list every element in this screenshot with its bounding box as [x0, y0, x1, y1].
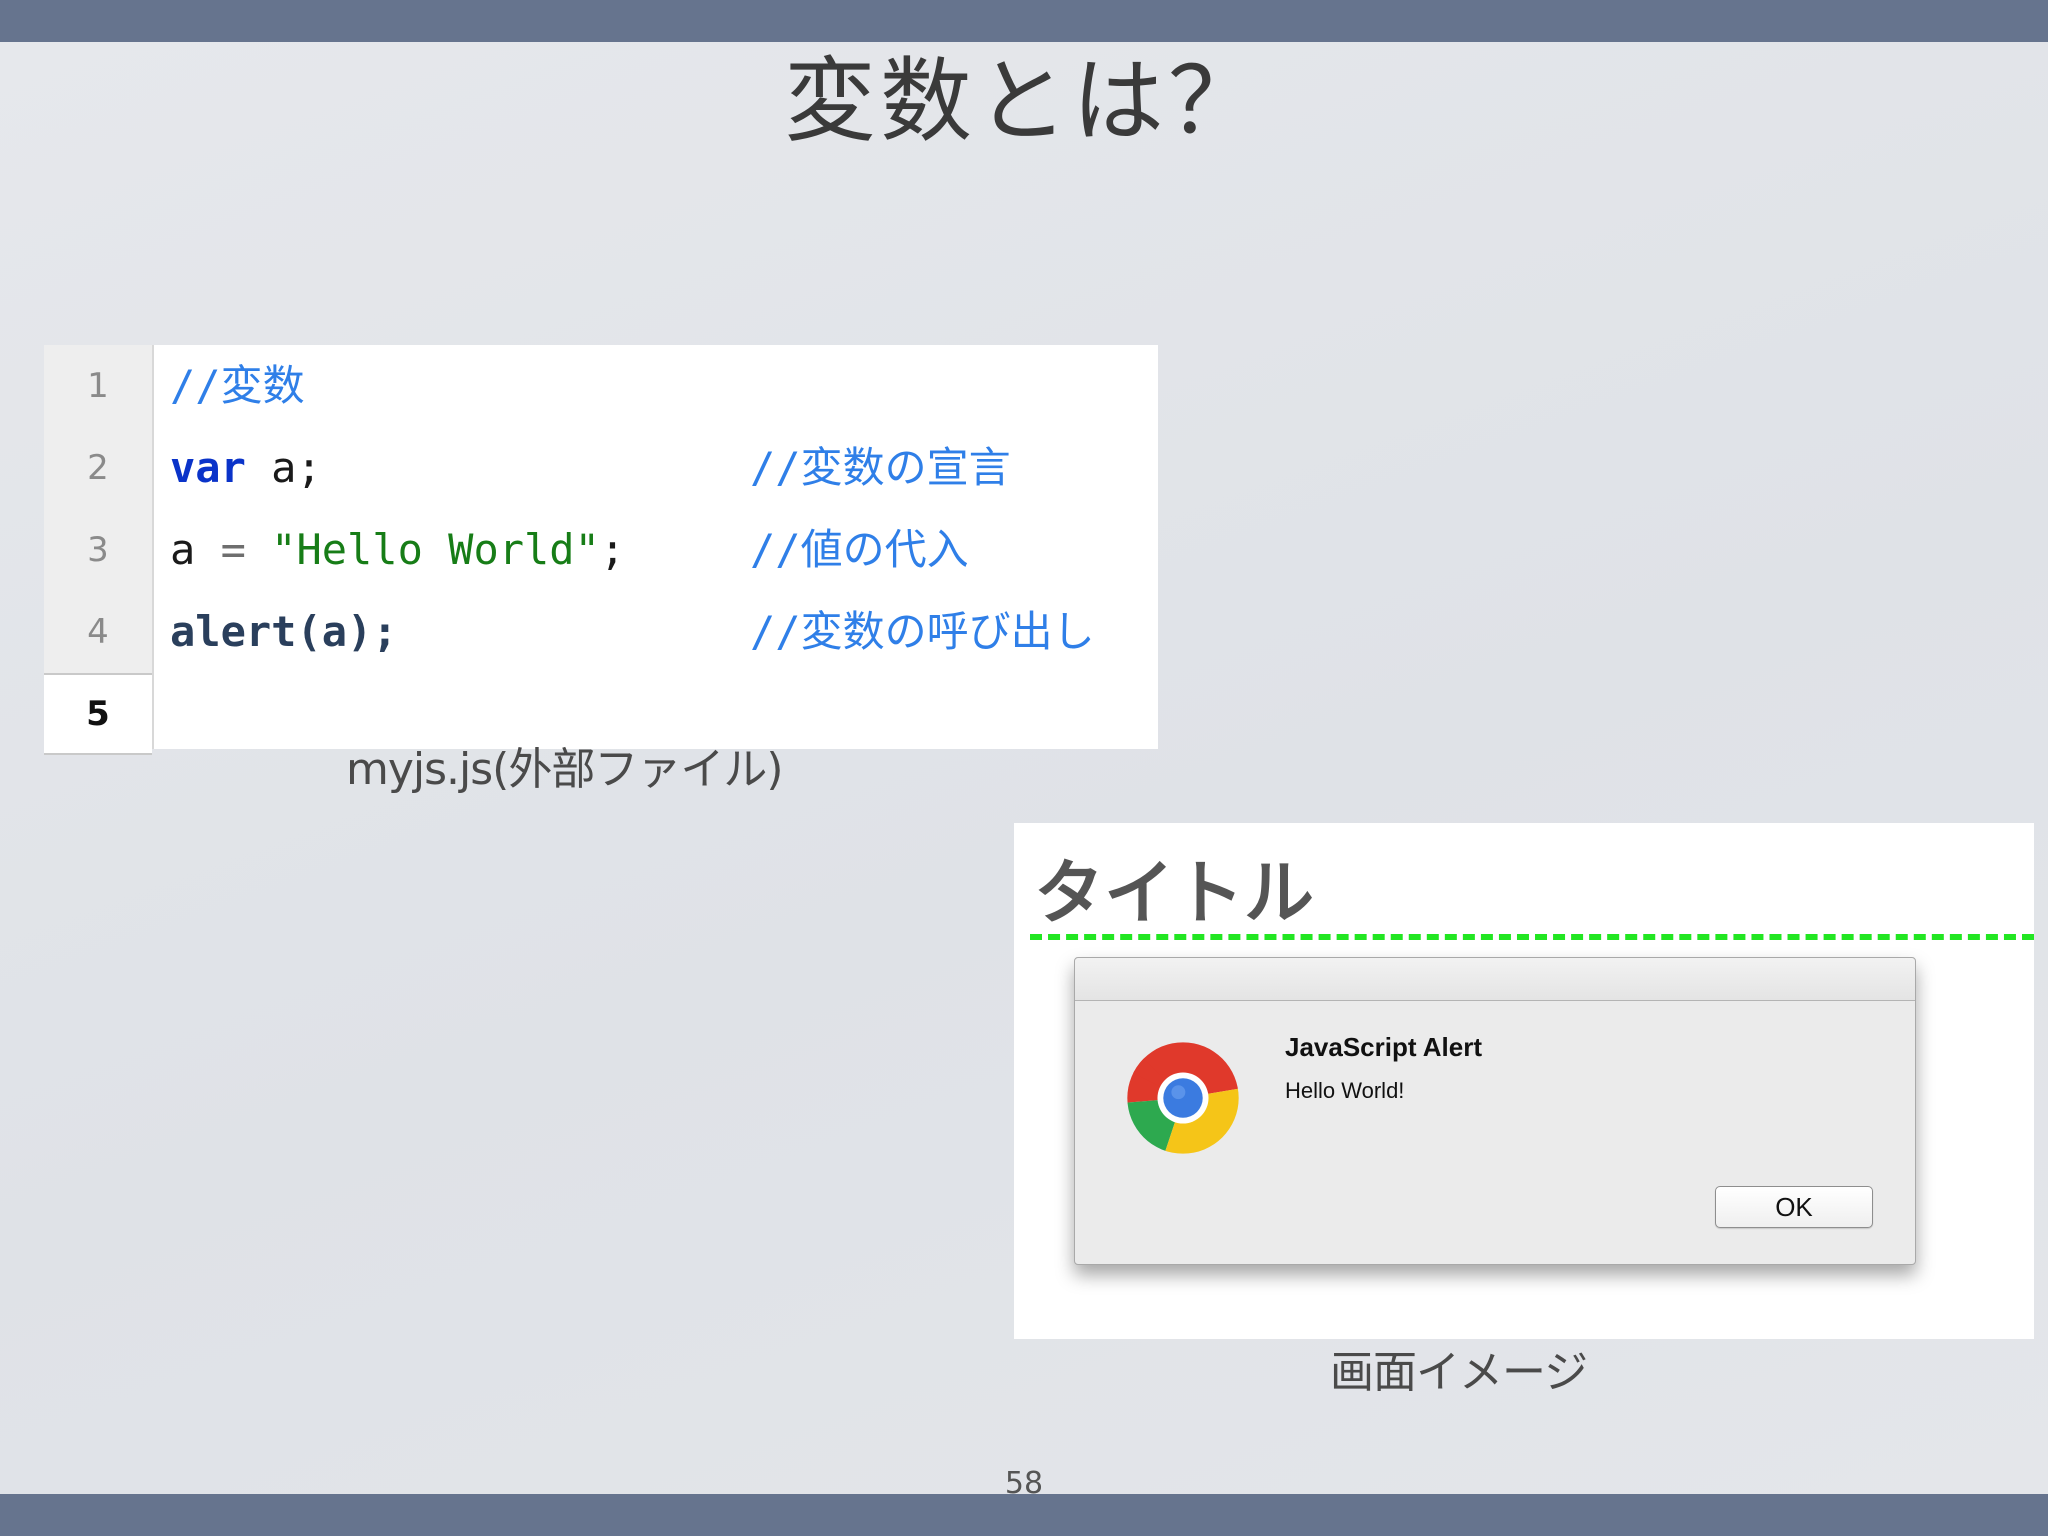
line-number-gutter: 1 2 3 4 5 — [44, 345, 154, 755]
line-number: 3 — [87, 530, 109, 570]
code-keyword: var — [170, 443, 246, 492]
alert-dialog: JavaScript Alert Hello World! OK — [1074, 957, 1916, 1265]
top-bar — [0, 0, 2048, 42]
active-line-number: 5 — [44, 673, 152, 755]
line-number: 2 — [87, 448, 109, 488]
code-line-4: alert(a); — [170, 591, 398, 673]
code-identifier: a — [170, 525, 196, 574]
code-function-call: alert — [170, 607, 297, 656]
code-line-3: a = "Hello World"; — [170, 509, 625, 591]
code-comment: //値の代入 — [750, 525, 969, 574]
bottom-bar — [0, 1494, 2048, 1536]
code-text: a; — [245, 443, 322, 492]
browser-screen: タイトル JavaScript Alert Hello World! OK — [1014, 823, 2034, 1339]
dialog-titlebar[interactable] — [1075, 958, 1915, 1001]
editor-caption: myjs.js(外部ファイル) — [346, 744, 784, 795]
dashed-divider — [1030, 934, 2034, 940]
code-string: "Hello World" — [271, 525, 600, 574]
dialog-title: JavaScript Alert — [1285, 1032, 1483, 1062]
page-heading: タイトル — [1034, 852, 1314, 934]
dialog-message: Hello World! — [1285, 1078, 1405, 1103]
code-text: (a); — [296, 607, 398, 656]
slide-title: 変数とは？ — [783, 48, 1264, 155]
chrome-logo-icon — [1127, 1042, 1239, 1154]
code-comment: //変数の呼び出し — [750, 607, 1095, 656]
code-text: ; — [599, 525, 626, 574]
code-line-2: var a; — [170, 427, 322, 509]
code-line-1: //変数 — [170, 361, 305, 410]
code-editor: 1 2 3 4 5 //変数 var a; //変数の宣言 a = "Hello… — [44, 345, 1158, 755]
screen-caption: 画面イメージ — [1330, 1347, 1588, 1398]
line-number: 1 — [87, 366, 109, 406]
code-operator: = — [195, 525, 272, 574]
code-comment: //変数の宣言 — [750, 443, 1011, 492]
ok-button[interactable]: OK — [1715, 1186, 1873, 1228]
line-number: 4 — [87, 612, 109, 652]
